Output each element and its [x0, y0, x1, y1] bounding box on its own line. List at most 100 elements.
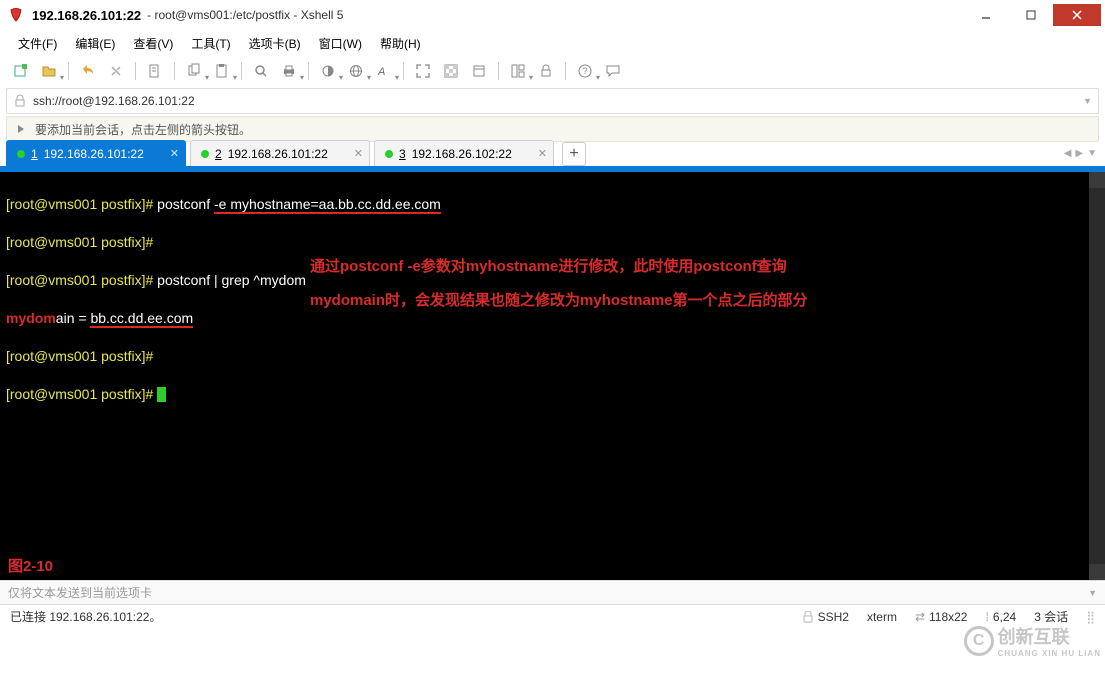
toolbar: A ? [0, 56, 1105, 86]
send-dropdown-icon[interactable]: ▼ [1088, 588, 1097, 598]
title-subtitle: root@vms001:/etc/postfix - Xshell 5 [155, 8, 344, 22]
annotation-text: 通过postconf -e参数对myhostname进行修改，此时使用postc… [310, 250, 808, 318]
lock-tiny-icon [802, 611, 814, 623]
tab-next-icon[interactable]: ▶ [1075, 148, 1083, 159]
copy-icon[interactable] [181, 59, 207, 83]
layout-icon[interactable] [505, 59, 531, 83]
tab-label: 192.168.26.102:22 [412, 147, 512, 161]
menu-edit[interactable]: 编辑(E) [67, 32, 123, 55]
new-session-icon[interactable] [8, 59, 34, 83]
tab-close-icon[interactable]: ✕ [170, 147, 179, 160]
menu-help[interactable]: 帮助(H) [372, 32, 429, 55]
toolbar-separator [174, 62, 175, 80]
terminal-line: [root@vms001 postfix]# [6, 347, 1099, 366]
properties-icon[interactable] [142, 59, 168, 83]
add-session-arrow-icon[interactable] [15, 122, 29, 136]
help-icon[interactable]: ? [572, 59, 598, 83]
command-text: postconf | grep ^mydom [157, 272, 306, 288]
menu-file[interactable]: 文件(F) [10, 32, 65, 55]
prompt: [root@vms001 postfix]# [6, 196, 157, 212]
tab-bar: 1 192.168.26.101:22 ✕ 2 192.168.26.101:2… [0, 144, 1105, 172]
reconnect-icon[interactable] [75, 59, 101, 83]
open-session-icon[interactable] [36, 59, 62, 83]
address-dropdown-icon[interactable]: ▼ [1083, 96, 1092, 106]
menu-tabs[interactable]: 选项卡(B) [241, 32, 309, 55]
session-tab-2[interactable]: 2 192.168.26.101:22 ✕ [190, 140, 370, 166]
tab-number: 2 [215, 147, 222, 161]
output-text: ain = [56, 310, 91, 326]
session-hint-bar: 要添加当前会话，点击左侧的箭头按钮。 [6, 116, 1099, 142]
annotation-line2: mydomain时，会发现结果也随之修改为myhostname第一个点之后的部分 [310, 284, 808, 318]
watermark-subtext: CHUANG XIN HU LIAN [998, 649, 1101, 658]
annotation-line1: 通过postconf -e参数对myhostname进行修改，此时使用postc… [310, 250, 808, 284]
send-text-bar[interactable]: 仅将文本发送到当前选项卡 ▼ [0, 580, 1105, 604]
close-button[interactable] [1053, 4, 1101, 26]
prompt: [root@vms001 postfix]# [6, 386, 157, 402]
terminal-scrollbar[interactable] [1089, 172, 1105, 580]
toolbar-separator [135, 62, 136, 80]
new-tab-button[interactable]: + [562, 142, 586, 166]
toolbar-separator [241, 62, 242, 80]
session-tab-1[interactable]: 1 192.168.26.101:22 ✕ [6, 140, 186, 166]
highlighted-value: bb.cc.dd.ee.com [90, 310, 193, 328]
toolbar-separator [68, 62, 69, 80]
terminal-line: [root@vms001 postfix]# [6, 385, 1099, 404]
svg-text:A: A [377, 66, 385, 78]
terminal-line: [root@vms001 postfix]# postconf -e myhos… [6, 195, 1099, 214]
lock-icon[interactable] [533, 59, 559, 83]
always-on-top-icon[interactable] [466, 59, 492, 83]
prompt: [root@vms001 postfix]# [6, 234, 157, 250]
tab-number: 3 [399, 147, 406, 161]
chat-icon[interactable] [600, 59, 626, 83]
address-input[interactable] [33, 94, 1077, 108]
encoding-icon[interactable] [343, 59, 369, 83]
svg-text:?: ? [583, 66, 588, 76]
status-grip-icon[interactable]: ⣿ [1086, 610, 1095, 624]
color-scheme-icon[interactable] [315, 59, 341, 83]
session-hint-text: 要添加当前会话，点击左侧的箭头按钮。 [35, 121, 251, 138]
tab-prev-icon[interactable]: ◀ [1064, 148, 1072, 159]
command-text: postconf [157, 196, 214, 212]
toolbar-separator [403, 62, 404, 80]
toolbar-separator [308, 62, 309, 80]
title-ip: 192.168.26.101:22 [32, 8, 141, 23]
find-icon[interactable] [248, 59, 274, 83]
menu-view[interactable]: 查看(V) [125, 32, 181, 55]
tab-close-icon[interactable]: ✕ [538, 147, 547, 160]
figure-label: 图2-10 [8, 557, 53, 576]
status-dot-icon [17, 150, 25, 158]
lock-small-icon [13, 94, 27, 108]
address-bar: ▼ [6, 88, 1099, 114]
prompt: [root@vms001 postfix]# [6, 348, 157, 364]
send-placeholder: 仅将文本发送到当前选项卡 [8, 584, 152, 601]
status-protocol: SSH2 [802, 610, 849, 624]
tab-close-icon[interactable]: ✕ [354, 147, 363, 160]
minimize-button[interactable] [963, 4, 1008, 26]
font-icon[interactable]: A [371, 59, 397, 83]
print-icon[interactable] [276, 59, 302, 83]
maximize-button[interactable] [1008, 4, 1053, 26]
tab-label: 192.168.26.101:22 [44, 147, 144, 161]
session-tab-3[interactable]: 3 192.168.26.102:22 ✕ [374, 140, 554, 166]
status-cursor-pos: ⁞ 6,24 [985, 610, 1016, 624]
menu-tools[interactable]: 工具(T) [183, 32, 238, 55]
status-dot-icon [385, 150, 393, 158]
tab-label: 192.168.26.101:22 [228, 147, 328, 161]
disconnect-icon[interactable] [103, 59, 129, 83]
tab-list-icon[interactable]: ▼ [1087, 148, 1097, 159]
status-termtype: xterm [867, 610, 897, 624]
status-bar: 已连接 192.168.26.101:22。 SSH2 xterm ⇄ 118x… [0, 604, 1105, 628]
status-size: ⇄ 118x22 [915, 610, 968, 624]
title-path: - root@vms001:/etc/postfix - Xshell 5 [147, 8, 343, 22]
status-dot-icon [201, 150, 209, 158]
tab-nav-arrows[interactable]: ◀▶ ▼ [1064, 148, 1097, 159]
transparency-icon[interactable] [438, 59, 464, 83]
menu-window[interactable]: 窗口(W) [311, 32, 370, 55]
terminal-output[interactable]: [root@vms001 postfix]# postconf -e myhos… [0, 172, 1105, 580]
fullscreen-icon[interactable] [410, 59, 436, 83]
paste-icon[interactable] [209, 59, 235, 83]
watermark-icon: C [964, 626, 994, 656]
tab-number: 1 [31, 147, 38, 161]
match-key: mydom [6, 310, 56, 326]
watermark-text: 创新互联 [998, 627, 1070, 647]
